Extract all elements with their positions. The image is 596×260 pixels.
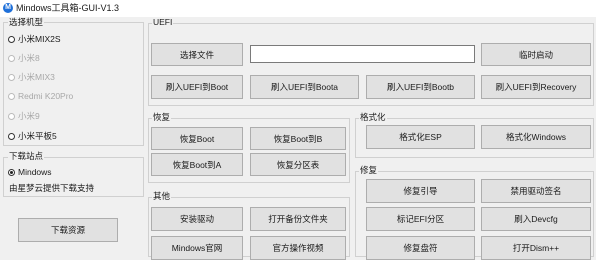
restore-boot-button[interactable]: 恢复Boot — [151, 127, 243, 150]
official-video-button[interactable]: 官方操作视频 — [250, 236, 346, 260]
radio-circle-icon — [8, 168, 15, 176]
download-site-group-title: 下载站点 — [8, 151, 45, 162]
download-support-note: 由星梦云提供下载支持 — [9, 183, 95, 193]
download-resources-button[interactable]: 下载资源 — [18, 218, 118, 242]
radio-label: 小米平板5 — [18, 131, 57, 141]
flash-devcfg-button[interactable]: 刷入Devcfg — [481, 207, 591, 231]
install-drivers-button[interactable]: 安装驱动 — [151, 207, 243, 231]
flash-uefi-boota-button[interactable]: 刷入UEFI到Boota — [250, 75, 359, 99]
repair-drive-letter-button[interactable]: 修复盘符 — [366, 236, 475, 260]
restore-partition-table-button[interactable]: 恢复分区表 — [250, 153, 346, 176]
radio-model-pad5[interactable]: 小米平板5 — [8, 130, 57, 142]
radio-model-mi8[interactable]: 小米8 — [8, 52, 40, 64]
radio-circle-icon — [8, 112, 15, 120]
radio-circle-icon — [8, 35, 15, 43]
radio-model-mix2s[interactable]: 小米MIX2S — [8, 33, 61, 45]
disable-driver-signature-button[interactable]: 禁用驱动签名 — [481, 179, 591, 203]
restore-group-title: 恢复 — [152, 112, 172, 123]
other-group-title: 其他 — [152, 191, 172, 202]
model-group-title: 选择机型 — [8, 17, 45, 28]
radio-model-mi9[interactable]: 小米9 — [8, 110, 40, 122]
radio-label: 小米9 — [18, 111, 40, 121]
open-backup-folder-button[interactable]: 打开备份文件夹 — [250, 207, 346, 231]
radio-circle-icon — [8, 132, 15, 140]
temp-boot-button[interactable]: 临时启动 — [481, 43, 591, 66]
open-dism-button[interactable]: 打开Dism++ — [481, 236, 591, 260]
radio-label: Mindows — [18, 167, 52, 177]
radio-model-mix3[interactable]: 小米MIX3 — [8, 71, 55, 83]
radio-label: 小米MIX3 — [18, 72, 55, 82]
radio-circle-icon — [8, 54, 15, 62]
radio-label: 小米8 — [18, 53, 40, 63]
app-logo-icon: M — [3, 3, 13, 13]
uefi-group-title: UEFI — [152, 17, 174, 28]
mark-efi-partition-button[interactable]: 标记EFI分区 — [366, 207, 475, 231]
radio-site-mindows[interactable]: Mindows — [8, 166, 52, 178]
radio-circle-icon — [8, 73, 15, 81]
format-windows-button[interactable]: 格式化Windows — [481, 125, 591, 149]
format-esp-button[interactable]: 格式化ESP — [366, 125, 475, 149]
flash-uefi-recovery-button[interactable]: 刷入UEFI到Recovery — [481, 75, 591, 99]
radio-model-k20pro[interactable]: Redmi K20Pro — [8, 90, 73, 102]
flash-uefi-boot-button[interactable]: 刷入UEFI到Boot — [151, 75, 243, 99]
flash-uefi-bootb-button[interactable]: 刷入UEFI到Bootb — [366, 75, 475, 99]
radio-label: Redmi K20Pro — [18, 91, 74, 101]
restore-boot-a-button[interactable]: 恢复Boot到A — [151, 153, 243, 176]
select-file-button[interactable]: 选择文件 — [151, 43, 243, 66]
repair-boot-button[interactable]: 修复引导 — [366, 179, 475, 203]
repair-group-title: 修复 — [359, 165, 379, 176]
window-title: Mindows工具箱-GUI-V1.3 — [16, 3, 120, 13]
mindows-website-button[interactable]: Mindows官网 — [151, 236, 243, 260]
file-path-input[interactable] — [250, 45, 475, 63]
radio-label: 小米MIX2S — [18, 34, 61, 44]
radio-circle-icon — [8, 92, 15, 100]
format-group-title: 格式化 — [359, 112, 387, 123]
restore-boot-b-button[interactable]: 恢复Boot到B — [250, 127, 346, 150]
title-bar: M Mindows工具箱-GUI-V1.3 — [0, 0, 596, 17]
